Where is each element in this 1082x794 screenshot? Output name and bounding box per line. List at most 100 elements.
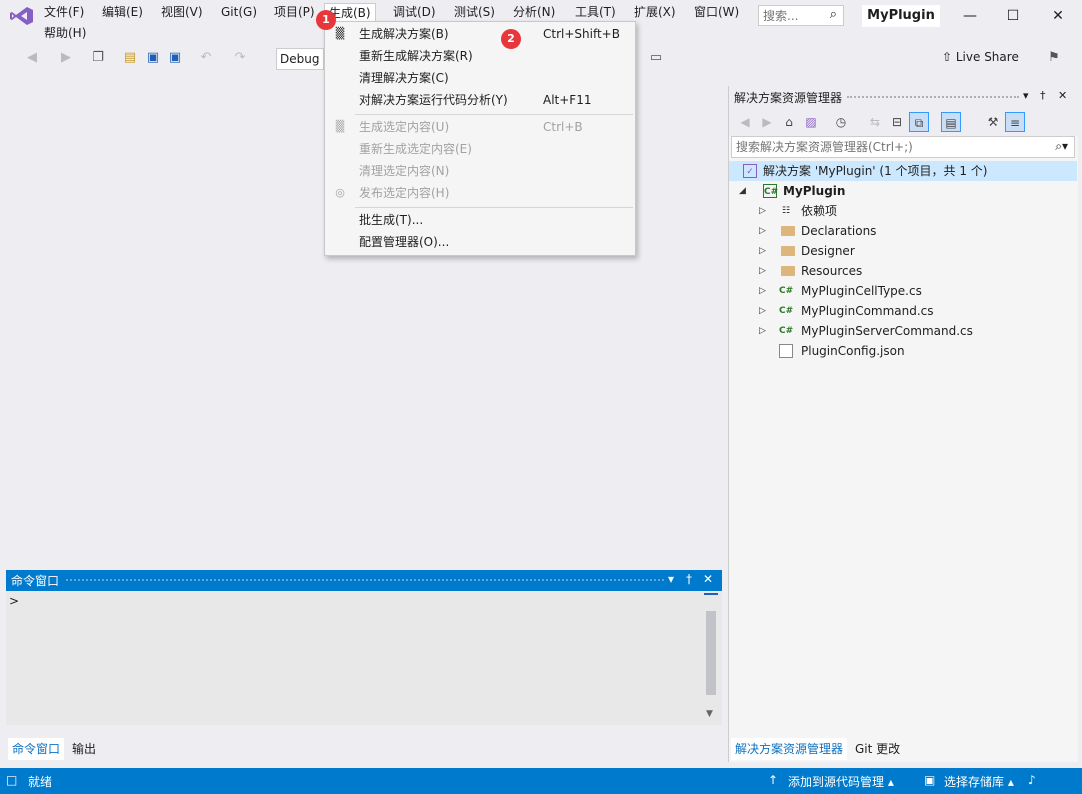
save-all-icon[interactable]: ▣ [165, 48, 185, 68]
build-icon: ▒ [335, 120, 345, 133]
collapse-arrow-icon[interactable]: ▷ [759, 261, 766, 281]
tree-solution[interactable]: ✓ 解决方案 'MyPlugin' (1 个项目，共 1 个) [729, 161, 1077, 181]
back-icon[interactable]: ◀ [735, 112, 755, 132]
collapse-arrow-icon[interactable]: ▷ [759, 301, 766, 321]
menu-publish-selection[interactable]: ◎ 发布选定内容(H) [325, 182, 635, 204]
window-layout-icon[interactable]: ▭ [646, 48, 666, 68]
add-source-control-button[interactable]: 添加到源代码管理 ▴ [788, 773, 894, 790]
pin-icon[interactable]: † [1040, 89, 1046, 102]
notifications-icon[interactable]: ♪ [1028, 773, 1036, 787]
tree-item-dependencies[interactable]: ▷ ☷ 依赖项 [729, 201, 1077, 221]
menu-build-selection[interactable]: ▒ 生成选定内容(U) Ctrl+B [325, 116, 635, 138]
visual-studio-logo-icon[interactable] [10, 6, 34, 26]
close-icon[interactable]: ✕ [703, 572, 713, 586]
collapse-all-icon[interactable]: ⊟ [887, 112, 907, 132]
new-project-icon[interactable]: ❐ [88, 48, 108, 68]
sync-icon[interactable]: ⇆ [865, 112, 885, 132]
search-input[interactable] [759, 6, 819, 25]
tree-item-command[interactable]: ▷ C# MyPluginCommand.cs [729, 301, 1077, 321]
search-box[interactable]: ⌕ [758, 5, 844, 26]
redo-icon[interactable]: ↷ [230, 48, 250, 68]
select-repository-button[interactable]: 选择存储库 ▴ [944, 773, 1014, 790]
status-text: 就绪 [28, 775, 53, 789]
collapse-arrow-icon[interactable]: ▷ [759, 201, 766, 221]
menu-debug[interactable]: 调试(D) [389, 3, 440, 21]
pending-changes-icon[interactable]: ◷ [831, 112, 851, 132]
menu-view[interactable]: 视图(V) [157, 3, 207, 21]
back-icon[interactable]: ◀ [22, 48, 42, 68]
menu-window[interactable]: 窗口(W) [690, 3, 743, 21]
tree-item-designer[interactable]: ▷ Designer [729, 241, 1077, 261]
menu-help[interactable]: 帮助(H) [40, 24, 90, 42]
menu-item-label: 重新生成选定内容(E) [359, 142, 472, 156]
menu-test[interactable]: 测试(S) [450, 3, 499, 21]
show-all-files-icon[interactable]: ⧉ [909, 112, 929, 132]
tree-item-resources[interactable]: ▷ Resources [729, 261, 1077, 281]
save-icon[interactable]: ▣ [143, 48, 163, 68]
menu-batch-build[interactable]: 批生成(T)... [325, 209, 635, 231]
close-button[interactable]: ✕ [1042, 4, 1074, 28]
solution-explorer-header: 解决方案资源管理器 ▾ † ✕ [729, 86, 1079, 108]
dropdown-icon[interactable]: ▾ [1023, 89, 1029, 102]
collapse-arrow-icon[interactable]: ▷ [759, 281, 766, 301]
expand-arrow-icon[interactable]: ◢ [739, 181, 746, 201]
header-grip [66, 579, 664, 583]
tree-item-pluginconfig[interactable]: PluginConfig.json [729, 341, 1077, 361]
close-icon[interactable]: ✕ [1058, 89, 1067, 102]
tab-git-changes[interactable]: Git 更改 [851, 738, 904, 760]
menu-clean-solution[interactable]: 清理解决方案(C) [325, 67, 635, 89]
menu-project[interactable]: 项目(P) [270, 3, 319, 21]
open-folder-icon[interactable]: ▤ [120, 48, 140, 68]
menu-rebuild-solution[interactable]: 重新生成解决方案(R) [325, 45, 635, 67]
minimize-button[interactable]: — [954, 4, 986, 28]
tab-solution-explorer[interactable]: 解决方案资源管理器 [731, 738, 848, 760]
tab-output[interactable]: 输出 [68, 738, 100, 760]
solution-search-box[interactable]: ⌕▾ [731, 136, 1075, 158]
undo-icon[interactable]: ↶ [196, 48, 216, 68]
switch-views-icon[interactable]: ▨ [801, 112, 821, 132]
csharp-file-icon: C# [779, 326, 794, 336]
menu-file[interactable]: 文件(F) [40, 3, 88, 21]
collapse-arrow-icon[interactable]: ▷ [759, 221, 766, 241]
menu-configuration-manager[interactable]: 配置管理器(O)... [325, 231, 635, 253]
collapse-arrow-icon[interactable]: ▷ [759, 321, 766, 341]
globe-icon: ◎ [335, 186, 345, 199]
menu-item-label: 生成选定内容(U) [359, 120, 450, 134]
preview-icon[interactable]: ≡ [1005, 112, 1025, 132]
scrollbar-thumb[interactable] [706, 611, 716, 695]
tree-item-celltype[interactable]: ▷ C# MyPluginCellType.cs [729, 281, 1077, 301]
tree-item-label: 依赖项 [801, 204, 838, 218]
forward-icon[interactable]: ▶ [56, 48, 76, 68]
feedback-icon[interactable]: ⚑ [1044, 48, 1064, 68]
menu-git[interactable]: Git(G) [217, 3, 261, 21]
tab-command-window[interactable]: 命令窗口 [8, 738, 65, 760]
properties-icon[interactable]: ⚒ [983, 112, 1003, 132]
header-grip [847, 96, 1019, 100]
home-icon[interactable]: ⌂ [779, 112, 799, 132]
tree-project[interactable]: ◢ C# MyPlugin [729, 181, 1077, 201]
solution-explorer-toolbar: ◀ ▶ ⌂ ▨ ◷ ⇆ ⊟ ⧉ ▤ ⚒ ≡ [729, 108, 1079, 136]
menu-rebuild-selection[interactable]: 重新生成选定内容(E) [325, 138, 635, 160]
pin-icon[interactable]: † [686, 572, 692, 586]
menu-build-solution[interactable]: ▒ 生成解决方案(B) Ctrl+Shift+B [325, 23, 635, 45]
maximize-button[interactable]: ☐ [997, 4, 1029, 28]
tree-item-servercommand[interactable]: ▷ C# MyPluginServerCommand.cs [729, 321, 1077, 341]
dropdown-icon[interactable]: ▾ [668, 572, 674, 586]
command-window-body[interactable]: > ▼ [6, 591, 722, 725]
upload-icon: ↑ [768, 773, 779, 787]
filter-icon[interactable]: ▤ [941, 112, 961, 132]
solution-search-input[interactable] [732, 137, 1032, 157]
forward-icon[interactable]: ▶ [757, 112, 777, 132]
live-share-button[interactable]: ⇧ Live Share [942, 50, 1019, 64]
menu-analyze[interactable]: 分析(N) [509, 3, 559, 21]
menu-clean-selection[interactable]: 清理选定内容(N) [325, 160, 635, 182]
tree-item-declarations[interactable]: ▷ Declarations [729, 221, 1077, 241]
menu-run-code-analysis[interactable]: 对解决方案运行代码分析(Y) Alt+F11 [325, 89, 635, 111]
scroll-down-icon[interactable]: ▼ [706, 709, 713, 719]
menu-extensions[interactable]: 扩展(X) [630, 3, 680, 21]
collapse-arrow-icon[interactable]: ▷ [759, 241, 766, 261]
vertical-scrollbar[interactable]: ▼ [704, 593, 718, 723]
menu-tools[interactable]: 工具(T) [571, 3, 620, 21]
configuration-select[interactable]: Debug [276, 48, 324, 70]
menu-edit[interactable]: 编辑(E) [98, 3, 147, 21]
